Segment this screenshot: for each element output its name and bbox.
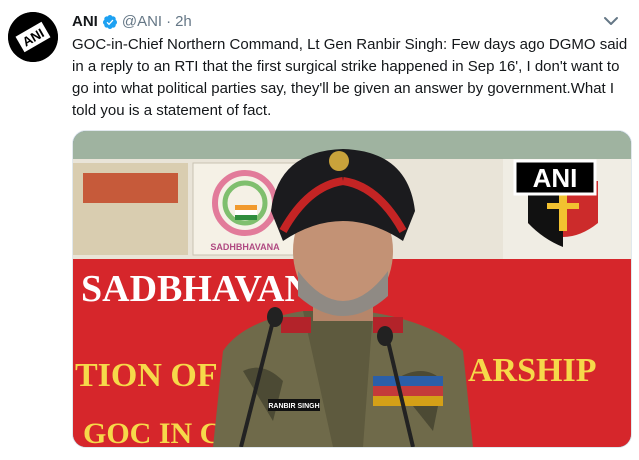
separator-dot: ·: [166, 13, 172, 30]
author-handle[interactable]: @ANI: [122, 12, 162, 32]
avatar[interactable]: ANI: [8, 12, 58, 62]
logo-caption: SADHBHAVANA: [210, 242, 280, 252]
ani-watermark: ANI: [533, 163, 578, 193]
media-photo: SADHBHAVANA ANI SADBHAVANA TION OF ED AR…: [73, 131, 631, 447]
name-tag: RANBIR SINGH: [268, 403, 319, 410]
tweet-media-image[interactable]: SADHBHAVANA ANI SADBHAVANA TION OF ED AR…: [72, 130, 632, 448]
tweet-timestamp[interactable]: 2h: [175, 12, 192, 32]
author-name[interactable]: ANI: [72, 12, 98, 32]
tweet-header: ANI @ANI · 2h: [72, 12, 192, 32]
ani-logo-icon: ANI: [8, 12, 58, 62]
chevron-down-icon[interactable]: [602, 14, 620, 28]
banner-text-scholarship: ARSHIP: [468, 352, 596, 389]
verified-badge-icon: [102, 15, 117, 29]
tweet-text: GOC-in-Chief Northern Command, Lt Gen Ra…: [72, 36, 628, 119]
